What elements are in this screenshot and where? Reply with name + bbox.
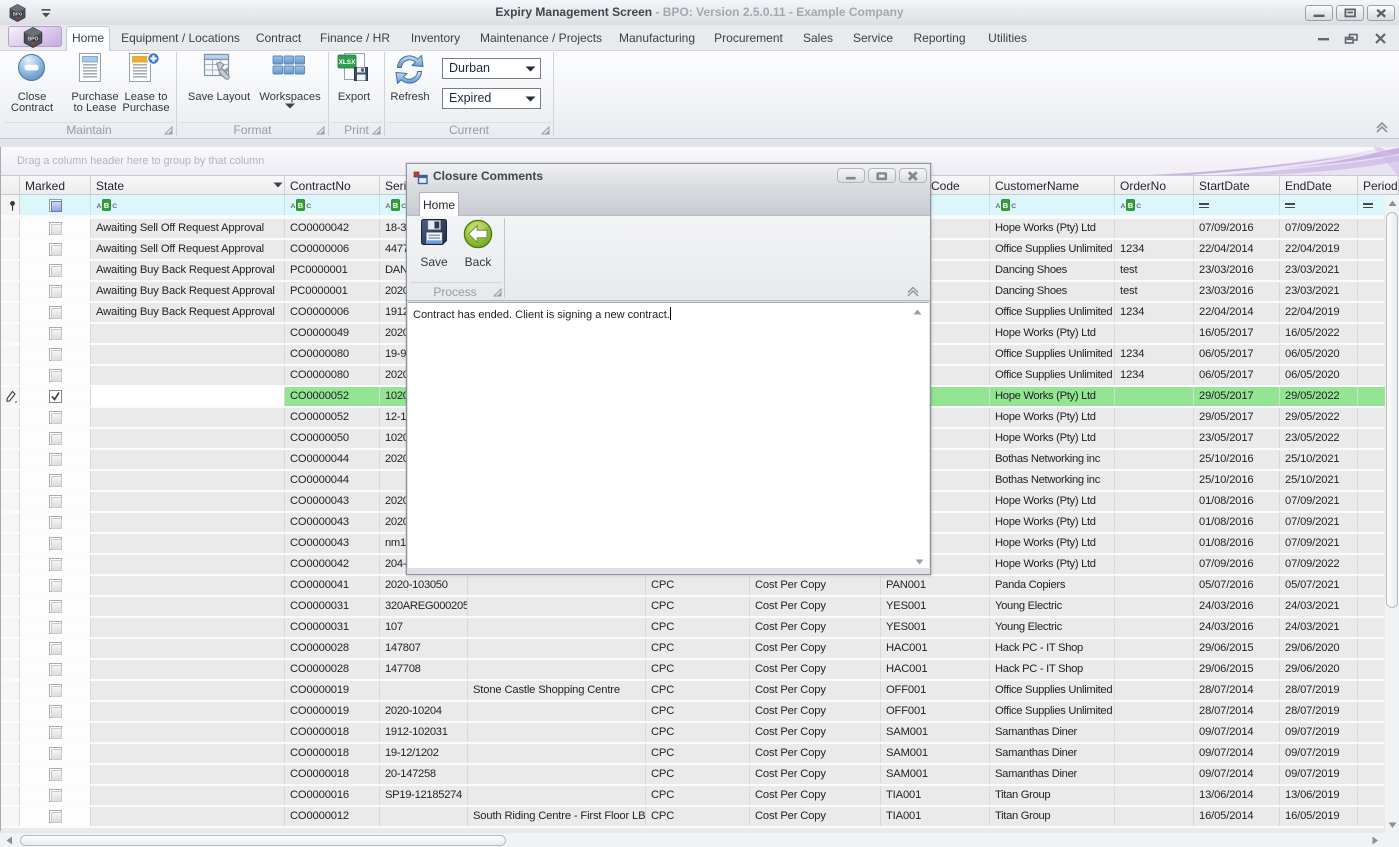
- svg-text:A: A: [291, 203, 296, 210]
- svg-text:C: C: [1136, 203, 1141, 210]
- svg-text:BPO: BPO: [27, 36, 38, 42]
- svg-text:C: C: [306, 203, 311, 210]
- svg-text:A: A: [97, 203, 102, 210]
- svg-text:B: B: [298, 201, 304, 210]
- svg-text:B: B: [1128, 201, 1134, 210]
- svg-text:A: A: [386, 203, 391, 210]
- svg-text:XLSX: XLSX: [339, 59, 356, 66]
- svg-text:C: C: [112, 203, 117, 210]
- svg-text:B: B: [1003, 201, 1009, 210]
- svg-text:B: B: [104, 201, 110, 210]
- svg-text:B: B: [393, 201, 399, 210]
- svg-text:C: C: [1011, 203, 1016, 210]
- svg-text:A: A: [1121, 203, 1126, 210]
- svg-text:A: A: [996, 203, 1001, 210]
